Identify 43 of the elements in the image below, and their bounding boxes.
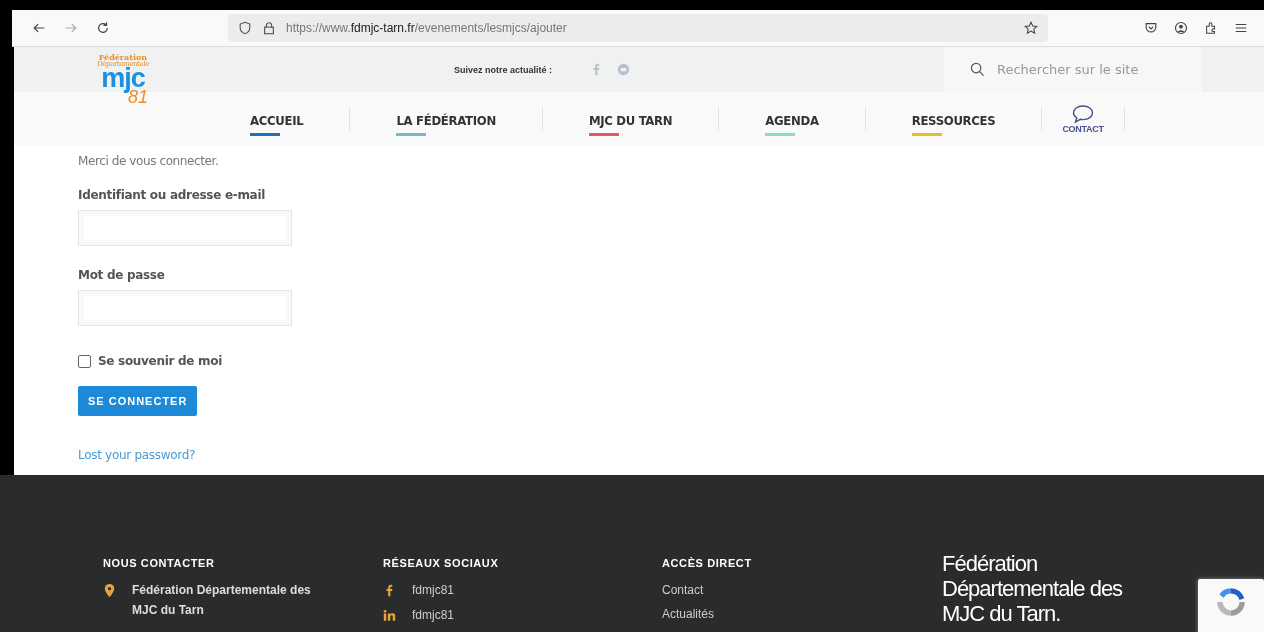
nav-link[interactable]: LA FÉDÉRATION	[350, 112, 542, 136]
contact-link[interactable]: CONTACT	[1042, 104, 1124, 134]
star-icon[interactable]	[1024, 21, 1038, 35]
speech-bubble-icon	[1071, 104, 1096, 124]
back-arrow-icon[interactable]	[32, 21, 46, 35]
menu-icon[interactable]	[1234, 21, 1248, 35]
remember-checkbox[interactable]	[78, 354, 91, 368]
address-bar[interactable]: https://www.fdmjc-tarn.fr/evenements/lesmjcs/ajouter	[228, 14, 1048, 42]
login-button[interactable]: SE CONNECTER	[78, 386, 198, 416]
nav-link[interactable]: ACCUEIL	[204, 112, 350, 136]
search-icon	[970, 62, 985, 77]
login-intro: Merci de vous connecter.	[78, 154, 219, 168]
footer-link[interactable]: Actualités	[662, 607, 942, 621]
lock-icon	[262, 21, 276, 35]
footer-heading: RÉSEAUX SOCIAUX	[383, 557, 500, 569]
recaptcha-icon	[1214, 585, 1248, 619]
remember-label: Se souvenir de moi	[98, 354, 222, 368]
location-pin-icon	[103, 583, 116, 598]
password-field[interactable]	[78, 290, 292, 326]
nav-link[interactable]: RESSOURCES	[865, 112, 1042, 136]
url-text: https://www.fdmjc-tarn.fr/evenements/lesmjcs/ajouter	[286, 21, 568, 35]
footer-link[interactable]: Contact	[662, 583, 942, 597]
extensions-icon[interactable]	[1204, 21, 1218, 35]
pocket-icon[interactable]	[1144, 21, 1158, 35]
search-field[interactable]: Rechercher sur le site	[944, 47, 1202, 92]
nav-link[interactable]: AGENDA	[719, 112, 865, 136]
linkedin-icon	[383, 608, 396, 623]
footer-heading: NOUS CONTACTER	[103, 557, 216, 569]
organization-name: Fédération Départementale des MJC du Tarn	[132, 582, 312, 619]
footer-brand-title: Fédération Départementale des MJC du Tarn.	[942, 551, 1124, 626]
search-field[interactable]: Rechercher sur le site	[995, 61, 1189, 78]
follow-label: Suivez notre actualité :	[454, 64, 553, 75]
username-label: Identifiant ou adresse e-mail	[78, 188, 266, 202]
nav-link[interactable]: MJC DU TARN	[542, 112, 719, 136]
shield-icon	[238, 21, 252, 35]
password-label: Mot de passe	[78, 268, 165, 282]
reload-icon[interactable]	[96, 21, 110, 35]
footer-heading: ACCÈS DIRECT	[662, 557, 753, 569]
account-icon[interactable]	[1174, 21, 1188, 35]
username-field[interactable]	[78, 210, 292, 246]
social-link[interactable]: fdmjc81	[412, 608, 455, 622]
recaptcha-badge[interactable]	[1198, 579, 1264, 632]
social-link[interactable]: fdmjc81	[412, 583, 455, 597]
